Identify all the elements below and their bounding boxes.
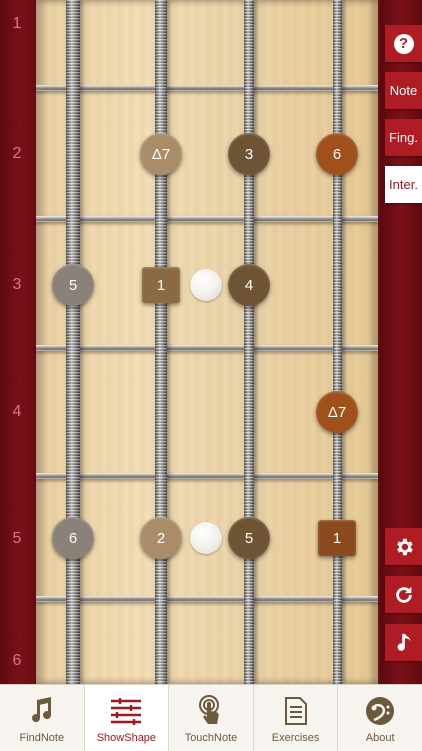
fretboard[interactable] [36,0,378,684]
note-mode-button[interactable]: Note [385,72,422,109]
sound-button[interactable] [385,624,422,661]
music-note-icon [397,633,410,651]
tab-label: Exercises [271,732,320,744]
refresh-button[interactable] [385,576,422,613]
tab-label: About [365,732,395,744]
fret-inlay [190,522,222,554]
note-marker[interactable]: 4 [228,264,270,306]
string-d [244,0,254,684]
interval-mode-button[interactable]: Inter. [385,166,422,203]
fret-wire [36,216,378,222]
tab-label: FindNote [19,732,65,744]
fret-inlay [190,269,222,301]
tab-showshape[interactable]: ShowShape [84,685,170,751]
tab-findnote[interactable]: FindNote [0,685,85,751]
fret-wire [36,85,378,91]
string-e [66,0,80,684]
tab-label: ShowShape [96,732,157,744]
fret-number-4: 4 [12,403,22,420]
music-note-icon [31,697,51,723]
refresh-icon [395,586,412,603]
bass-clef-icon [366,697,395,725]
help-button[interactable]: ? [385,25,422,62]
tab-label: TouchNote [184,732,238,744]
fingering-mode-button[interactable]: Fing. [385,119,422,156]
gear-icon [396,538,413,555]
tab-exercises[interactable]: Exercises [254,685,339,751]
note-marker[interactable]: 5 [228,517,270,559]
note-marker[interactable]: 5 [52,264,94,306]
settings-button[interactable] [385,528,422,565]
tab-bar: FindNote ShowShape TouchNote Exercises A… [0,684,422,751]
touch-icon [198,695,219,724]
note-marker[interactable]: 2 [140,517,182,559]
string-a [155,0,167,684]
fret-number-6: 6 [12,652,22,669]
tab-touchnote[interactable]: TouchNote [169,685,254,751]
note-marker[interactable]: 3 [228,133,270,175]
help-icon: ? [393,33,414,54]
root-note-marker[interactable]: 1 [142,267,180,303]
note-marker[interactable]: Δ7 [316,391,358,433]
document-icon [284,697,307,725]
tab-about[interactable]: About [338,685,422,751]
sliders-icon [111,698,142,725]
note-marker[interactable]: 6 [316,133,358,175]
fret-number-2: 2 [12,145,22,162]
fret-wire [36,473,378,479]
string-g [333,0,342,684]
fret-number-5: 5 [12,530,22,547]
fret-wire [36,596,378,602]
note-marker[interactable]: Δ7 [140,133,182,175]
fret-number-gutter: 1 2 3 4 5 6 [0,0,36,684]
root-note-marker[interactable]: 1 [318,520,356,556]
fret-wire [36,345,378,351]
fret-number-1: 1 [12,15,22,32]
fret-number-3: 3 [12,276,22,293]
note-marker[interactable]: 6 [52,517,94,559]
